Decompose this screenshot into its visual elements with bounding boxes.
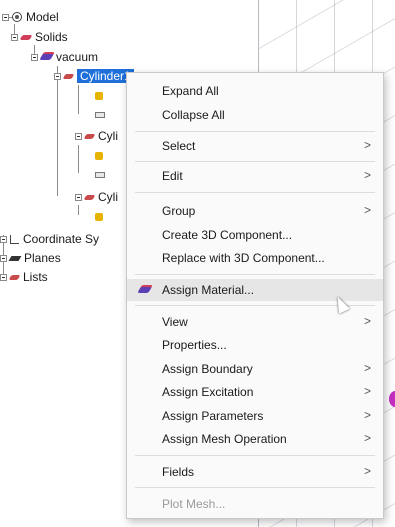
tree-node-label: Cyli (98, 190, 118, 204)
collapse-toggle-icon[interactable] (31, 53, 38, 61)
menu-item-replace-with-3d-component[interactable]: Replace with 3D Component... (127, 247, 383, 269)
expand-toggle-icon[interactable] (0, 273, 7, 281)
tree-node-label: vacuum (56, 50, 99, 64)
menu-item-label: Replace with 3D Component... (162, 251, 325, 265)
menu-item-label: Group (162, 204, 196, 218)
menu-item-fields[interactable]: Fields > (127, 461, 383, 483)
tree-node-model[interactable]: Model (2, 8, 59, 26)
expand-toggle-icon[interactable] (0, 254, 7, 262)
material-icon (137, 287, 152, 293)
menu-separator (135, 274, 375, 275)
tree-node-child[interactable] (95, 208, 107, 226)
tree-node-solids[interactable]: Solids (11, 28, 68, 46)
tree-node-child[interactable] (95, 87, 107, 105)
planes-icon (8, 255, 22, 261)
menu-separator (135, 487, 375, 488)
cylinder-icon (83, 133, 96, 139)
menu-item-assign-boundary[interactable]: Assign Boundary > (127, 358, 383, 380)
menu-separator (135, 161, 375, 162)
tree-connector (78, 145, 79, 173)
menu-item-properties[interactable]: Properties... (127, 334, 383, 356)
menu-item-label: View (162, 315, 188, 329)
menu-item-label: Assign Material... (162, 283, 255, 297)
menu-item-label: Assign Parameters (162, 409, 264, 423)
menu-separator (135, 131, 375, 132)
expand-toggle-icon[interactable] (0, 235, 7, 243)
menu-item-create-3d-component[interactable]: Create 3D Component... (127, 224, 383, 246)
submenu-arrow-icon: > (363, 384, 371, 398)
tree-node-label: Solids (35, 30, 68, 44)
submenu-arrow-icon: > (363, 203, 371, 217)
tree-node-cylinder2[interactable]: Cyli (75, 127, 118, 145)
menu-item-label: Edit (162, 169, 183, 183)
submenu-arrow-icon: > (363, 361, 371, 375)
lists-icon (8, 274, 21, 280)
tree-node-cylinder1[interactable]: Cylinder1 (54, 67, 134, 85)
menu-item-assign-excitation[interactable]: Assign Excitation > (127, 381, 383, 403)
menu-item-select[interactable]: Select > (127, 135, 383, 157)
coordinate-icon (95, 172, 105, 178)
tree-node-label: Lists (23, 270, 48, 284)
tree-node-label: Model (26, 10, 59, 24)
submenu-arrow-icon: > (363, 168, 371, 182)
menu-item-label: Assign Excitation (162, 385, 254, 399)
collapse-toggle-icon[interactable] (11, 33, 18, 41)
submenu-arrow-icon: > (363, 408, 371, 422)
tree-node-cylinder3[interactable]: Cyli (75, 188, 118, 206)
tree-node-label: Cyli (98, 129, 118, 143)
coordinate-icon (95, 112, 105, 118)
collapse-toggle-icon[interactable] (2, 13, 9, 21)
tree-node-lists[interactable]: Lists (0, 268, 48, 286)
tree-node-child[interactable] (95, 166, 109, 184)
tree-node-child[interactable] (95, 106, 109, 124)
submenu-arrow-icon: > (363, 314, 371, 328)
collapse-toggle-icon[interactable] (75, 132, 82, 140)
collapse-toggle-icon[interactable] (54, 72, 61, 80)
menu-item-label: Fields (162, 465, 195, 479)
menu-item-label: Properties... (162, 338, 227, 352)
collapse-toggle-icon[interactable] (75, 193, 82, 201)
menu-separator (135, 455, 375, 456)
cylinder-icon (83, 194, 96, 200)
tree-node-coordinate-systems[interactable]: Coordinate Sy (0, 230, 99, 248)
operation-icon (95, 92, 103, 100)
menu-item-edit[interactable]: Edit > (127, 165, 383, 187)
tree-node-label: Coordinate Sy (23, 232, 100, 246)
menu-item-expand-all[interactable]: Expand All (127, 80, 383, 102)
tree-node-label: Planes (24, 251, 61, 265)
viewport-object-marker (389, 391, 395, 407)
context-menu: Expand All Collapse All Select > Edit > … (126, 72, 384, 519)
menu-item-group[interactable]: Group > (127, 200, 383, 222)
menu-item-label: Select (162, 139, 196, 153)
tree-connector (57, 66, 58, 196)
tree-node-child[interactable] (95, 147, 107, 165)
coordinate-system-icon (10, 234, 19, 244)
menu-item-collapse-all[interactable]: Collapse All (127, 104, 383, 126)
menu-item-view[interactable]: View > (127, 311, 383, 333)
submenu-arrow-icon: > (363, 138, 371, 152)
cylinder-icon (62, 73, 75, 79)
submenu-arrow-icon: > (363, 464, 371, 478)
operation-icon (95, 213, 103, 221)
material-vacuum-icon (39, 54, 54, 60)
submenu-arrow-icon: > (363, 431, 371, 445)
menu-item-label: Assign Mesh Operation (162, 432, 287, 446)
menu-item-label: Expand All (162, 84, 219, 98)
operation-icon (95, 152, 103, 160)
menu-item-plot-mesh[interactable]: Plot Mesh... (127, 493, 383, 515)
solids-icon (19, 34, 33, 40)
model-icon (12, 12, 22, 22)
tree-connector (78, 205, 79, 215)
tree-node-planes[interactable]: Planes (0, 249, 61, 267)
menu-item-assign-parameters[interactable]: Assign Parameters > (127, 405, 383, 427)
menu-item-label: Collapse All (162, 108, 225, 122)
tree-connector (78, 85, 79, 114)
menu-item-assign-mesh-operation[interactable]: Assign Mesh Operation > (127, 428, 383, 450)
menu-item-label: Create 3D Component... (162, 228, 293, 242)
menu-item-label: Assign Boundary (162, 362, 253, 376)
menu-item-label: Plot Mesh... (162, 497, 226, 511)
menu-separator (135, 192, 375, 193)
tree-node-vacuum[interactable]: vacuum (31, 48, 98, 66)
